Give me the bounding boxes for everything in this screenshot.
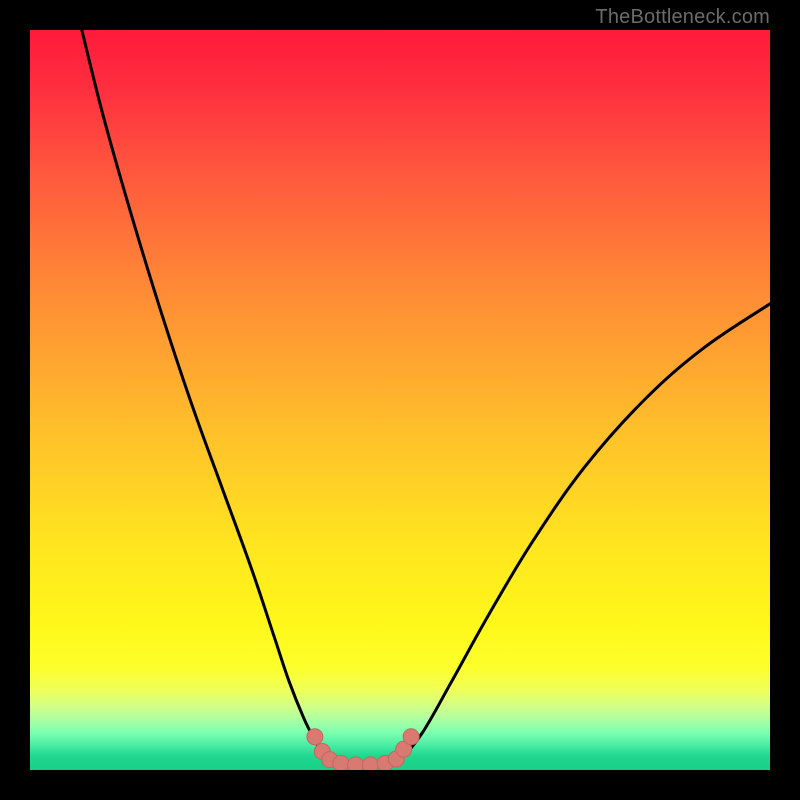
bottleneck-curve [82, 30, 770, 766]
curve-layer [30, 30, 770, 770]
valley-marker [307, 729, 323, 745]
valley-markers [307, 729, 419, 770]
watermark-text: TheBottleneck.com [595, 6, 770, 29]
valley-marker [362, 757, 378, 770]
plot-area [30, 30, 770, 770]
chart-frame: TheBottleneck.com [0, 0, 800, 800]
valley-marker [333, 755, 349, 770]
valley-marker [348, 757, 364, 770]
valley-marker [403, 729, 419, 745]
